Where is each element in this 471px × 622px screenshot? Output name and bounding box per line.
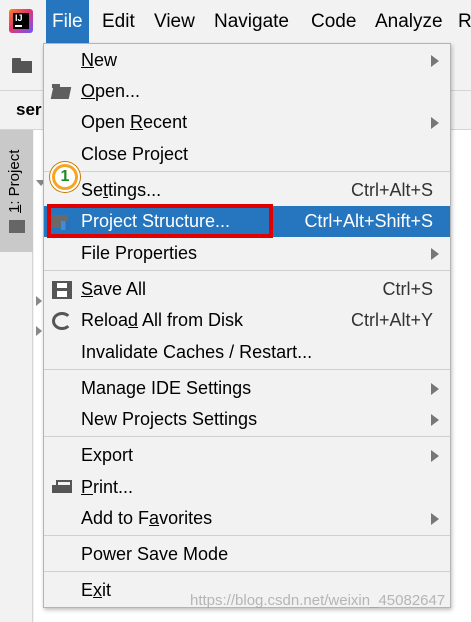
menu-item-label: New [81, 50, 118, 70]
submenu-arrow-icon [431, 513, 439, 525]
project-folder-icon [9, 220, 25, 233]
step-number: 1 [55, 167, 75, 187]
menu-separator [44, 535, 450, 536]
menu-item-open-recent[interactable]: Open Recent [44, 107, 450, 138]
step-number-badge: 1 [50, 162, 80, 192]
menu-item-shortcut: Ctrl+Alt+Shift+S [304, 211, 433, 231]
menu-item-save-all[interactable]: Save All Ctrl+S [44, 274, 450, 305]
print-icon [52, 479, 72, 497]
menu-separator [44, 571, 450, 572]
menu-item-label: Export [81, 445, 134, 465]
menu-item-label: Open... [81, 81, 141, 101]
menu-separator [44, 171, 450, 172]
menu-separator [44, 436, 450, 437]
menu-item-print[interactable]: Print... [44, 472, 450, 503]
menu-view[interactable]: View [148, 0, 201, 43]
menu-item-shortcut: Ctrl+Alt+S [350, 180, 433, 200]
tree-expand-arrow-icon[interactable] [36, 296, 42, 306]
tree-expand-arrow-icon[interactable] [36, 326, 42, 336]
menu-bar: IJ File Edit View Navigate Code Analyze R [0, 0, 471, 43]
menu-separator [44, 369, 450, 370]
menu-code[interactable]: Code [305, 0, 362, 43]
menu-item-label: Open Recent [81, 112, 188, 132]
menu-edit[interactable]: Edit [96, 0, 141, 43]
menu-item-new[interactable]: New [44, 45, 450, 76]
reload-icon [52, 312, 72, 330]
folder-icon [52, 83, 72, 101]
editor-tab-title[interactable]: ser [16, 100, 42, 120]
file-menu-dropdown: New Open... Open Recent Close Project Settin… [43, 43, 451, 608]
project-tool-tab-label: 1: Project [6, 149, 23, 213]
menu-item-label: Invalidate Caches / Restart... [81, 342, 313, 362]
menu-item-label: Add to Favorites [81, 508, 213, 528]
submenu-arrow-icon [431, 117, 439, 129]
menu-item-shortcut: Ctrl+S [382, 279, 433, 299]
submenu-arrow-icon [431, 248, 439, 260]
menu-item-label: Settings... [81, 180, 162, 200]
menu-item-new-projects-settings[interactable]: New Projects Settings [44, 404, 450, 435]
menu-analyze[interactable]: Analyze [369, 0, 449, 43]
save-icon [52, 281, 72, 299]
menu-item-label: Close Project [81, 144, 189, 164]
intellij-logo-icon: IJ [9, 9, 33, 33]
menu-item-open[interactable]: Open... [44, 76, 450, 107]
menu-item-add-to-favorites[interactable]: Add to Favorites [44, 503, 450, 534]
menu-item-label: Save All [81, 279, 147, 299]
menu-file[interactable]: File [46, 0, 89, 43]
menu-item-settings[interactable]: Settings... Ctrl+Alt+S [44, 175, 450, 206]
menu-item-label: Reload All from Disk [81, 310, 244, 330]
menu-navigate[interactable]: Navigate [208, 0, 295, 43]
menu-item-file-properties[interactable]: File Properties [44, 238, 450, 269]
menu-item-reload-all[interactable]: Reload All from Disk Ctrl+Alt+Y [44, 305, 450, 336]
submenu-arrow-icon [431, 414, 439, 426]
menu-item-label: Exit [81, 580, 112, 600]
menu-item-label: Print... [81, 477, 134, 497]
watermark-text: https://blog.csdn.net/weixin_45082647 [190, 592, 446, 609]
open-folder-icon[interactable] [12, 58, 34, 74]
menu-item-close-project[interactable]: Close Project [44, 139, 450, 170]
submenu-arrow-icon [431, 55, 439, 67]
menu-item-label: New Projects Settings [81, 409, 258, 429]
menu-item-invalidate-caches[interactable]: Invalidate Caches / Restart... [44, 337, 450, 368]
highlight-box [47, 204, 273, 238]
menu-item-label: File Properties [81, 243, 198, 263]
submenu-arrow-icon [431, 383, 439, 395]
menu-item-power-save-mode[interactable]: Power Save Mode [44, 539, 450, 570]
menu-item-label: Power Save Mode [81, 544, 229, 564]
menu-r[interactable]: R [452, 0, 471, 43]
menu-item-label: Manage IDE Settings [81, 378, 252, 398]
menu-item-manage-ide-settings[interactable]: Manage IDE Settings [44, 373, 450, 404]
submenu-arrow-icon [431, 450, 439, 462]
menu-separator [44, 270, 450, 271]
menu-item-export[interactable]: Export [44, 440, 450, 471]
menu-item-shortcut: Ctrl+Alt+Y [350, 310, 433, 330]
